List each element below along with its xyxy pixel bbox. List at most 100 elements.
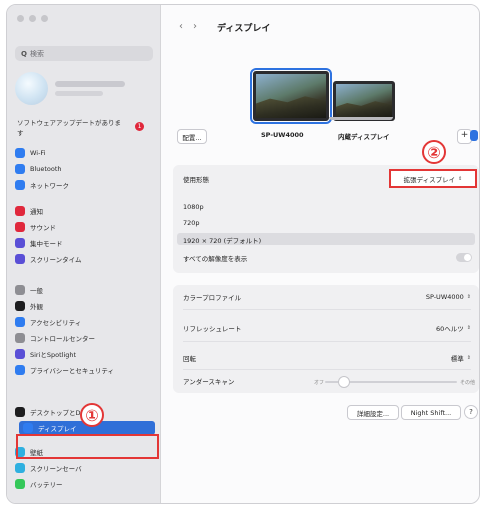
laptop-base (329, 117, 393, 120)
sidebar-item[interactable]: Wi-Fi (15, 146, 155, 160)
sidebar-item[interactable]: スクリーンセーバ (15, 461, 155, 475)
zoom-button[interactable] (41, 15, 48, 22)
sidebar-item[interactable]: ネットワーク (15, 178, 155, 192)
search-field[interactable]: Q 検索 (15, 46, 153, 61)
rotation-label: 回転 (183, 355, 196, 363)
resolution-option-720p[interactable]: 720p (183, 219, 200, 227)
use-as-dropdown[interactable]: 拡張ディスプレイ ⇕ (389, 169, 477, 188)
sidebar-item[interactable]: SiriとSpotlight (15, 347, 155, 361)
sidebar-item[interactable]: コントロールセンター (15, 331, 155, 345)
color-profile-value-wrap: SP-UW4000 ⇕ (426, 293, 471, 301)
external-monitor-thumbnail[interactable] (250, 68, 332, 124)
chevron-updown-icon: ⇕ (466, 325, 471, 331)
resolution-option-default[interactable]: 1920 × 720 (デフォルト) (183, 235, 261, 245)
sidebar-item-label: スクリーンセーバ (30, 465, 82, 473)
sidebar-item-label: アクセシビリティ (30, 319, 82, 327)
back-button[interactable]: ‹ (179, 21, 183, 32)
help-button[interactable]: ? (464, 405, 478, 419)
color-profile-row[interactable]: カラープロファイル SP-UW4000 ⇕ (183, 291, 471, 303)
chevron-updown-icon: ⇕ (466, 294, 471, 300)
search-placeholder: 検索 (29, 49, 44, 58)
divider (183, 369, 471, 370)
night-shift-button[interactable]: Night Shift... (401, 405, 461, 420)
chevron-updown-icon: ⇕ (466, 355, 471, 361)
sidebar-item-label: コントロールセンター (30, 335, 95, 343)
minimize-button[interactable] (29, 15, 36, 22)
refresh-rate-value: 60ヘルツ (436, 325, 464, 333)
rotation-value-wrap: 標準 ⇕ (451, 353, 471, 363)
sidebar-item-label: Wi-Fi (30, 149, 46, 157)
sidebar-item[interactable]: 通知 (15, 204, 155, 218)
internal-display-thumbnail[interactable] (333, 81, 395, 121)
sidebar-item-label: ディスプレイ (38, 425, 77, 433)
underscan-label: アンダースキャン (183, 378, 235, 386)
divider (183, 309, 471, 310)
account-name-blurred (55, 81, 125, 87)
battery-icon (15, 479, 25, 489)
sidebar-item[interactable]: 集中モード (15, 236, 155, 250)
system-settings-window: Q 検索 ソフトウェアアップデートがあります 1 Wi-Fi Bluetooth ネ… (6, 4, 480, 504)
sidebar-item[interactable]: スクリーンタイム (15, 252, 155, 266)
display-menu-button[interactable] (470, 130, 478, 141)
arrange-button[interactable]: 配置... (177, 129, 207, 144)
underscan-max-label: その他 (460, 380, 476, 386)
sidebar-item[interactable]: Bluetooth (15, 162, 155, 176)
update-badge: 1 (135, 122, 144, 131)
sidebar-item-label: ネットワーク (30, 182, 69, 190)
appearance-icon (15, 301, 25, 311)
sidebar-item[interactable]: バッテリー (15, 477, 155, 491)
sidebar-item-label: Bluetooth (30, 165, 62, 173)
rotation-row[interactable]: 回転 標準 ⇕ (183, 352, 471, 364)
annotation-circle-2: ② (422, 140, 446, 164)
dock-icon (15, 407, 25, 417)
highlight-box-display (16, 434, 159, 459)
sun-icon (23, 423, 33, 433)
avatar (15, 72, 48, 105)
speaker-icon (15, 222, 25, 232)
sidebar-item-label: バッテリー (30, 481, 63, 489)
sidebar-item[interactable]: 外観 (15, 299, 155, 313)
wifi-icon (15, 148, 25, 158)
sidebar-item-label: SiriとSpotlight (30, 351, 77, 359)
sidebar: Q 検索 ソフトウェアアップデートがあります 1 Wi-Fi Bluetooth ネ… (7, 5, 161, 503)
sidebar-item-label: プライバシーとセキュリティ (30, 367, 114, 375)
page-title: ディスプレイ (217, 24, 271, 34)
software-update-notice[interactable]: ソフトウェアアップデートがあります 1 (17, 118, 157, 138)
apple-account[interactable] (15, 72, 153, 108)
color-profile-label: カラープロファイル (183, 294, 242, 302)
sidebar-item[interactable]: プライバシーとセキュリティ (15, 363, 155, 377)
use-as-value: 拡張ディスプレイ (403, 175, 456, 184)
screensaver-icon (15, 463, 25, 473)
external-display-label[interactable]: SP-UW4000 (261, 131, 304, 139)
window-controls (17, 15, 48, 22)
accessibility-icon (15, 317, 25, 327)
globe-icon (15, 180, 25, 190)
show-all-resolutions-toggle[interactable] (456, 253, 472, 262)
refresh-rate-value-wrap: 60ヘルツ ⇕ (436, 323, 471, 333)
underscan-min-label: オフ (314, 380, 325, 386)
hand-icon (15, 365, 25, 375)
close-button[interactable] (17, 15, 24, 22)
forward-button[interactable]: › (193, 21, 197, 32)
refresh-rate-row[interactable]: リフレッシュレート 60ヘルツ ⇕ (183, 322, 471, 334)
internal-display-label[interactable]: 内蔵ディスプレイ (338, 131, 390, 141)
resolution-option-1080p[interactable]: 1080p (183, 203, 204, 211)
sidebar-item[interactable]: サウンド (15, 220, 155, 234)
use-as-label: 使用形態 (183, 176, 209, 184)
display-options-panel: カラープロファイル SP-UW4000 ⇕ リフレッシュレート 60ヘルツ ⇕ 回転… (173, 285, 479, 393)
control-center-icon (15, 333, 25, 343)
annotation-circle-1: ① (80, 403, 104, 427)
sidebar-item-label: 通知 (30, 208, 43, 216)
bluetooth-icon (15, 164, 25, 174)
sidebar-item-label: 一般 (30, 287, 43, 295)
siri-icon (15, 349, 25, 359)
account-subtitle-blurred (55, 91, 103, 96)
underscan-slider-knob[interactable] (337, 376, 350, 388)
advanced-button[interactable]: 詳細設定... (347, 405, 399, 420)
sidebar-item[interactable]: 一般 (15, 283, 155, 297)
search-icon: Q (21, 49, 27, 58)
color-profile-value: SP-UW4000 (425, 293, 464, 301)
bell-icon (15, 206, 25, 216)
update-text: ソフトウェアアップデートがあります (17, 119, 121, 137)
sidebar-item[interactable]: アクセシビリティ (15, 315, 155, 329)
